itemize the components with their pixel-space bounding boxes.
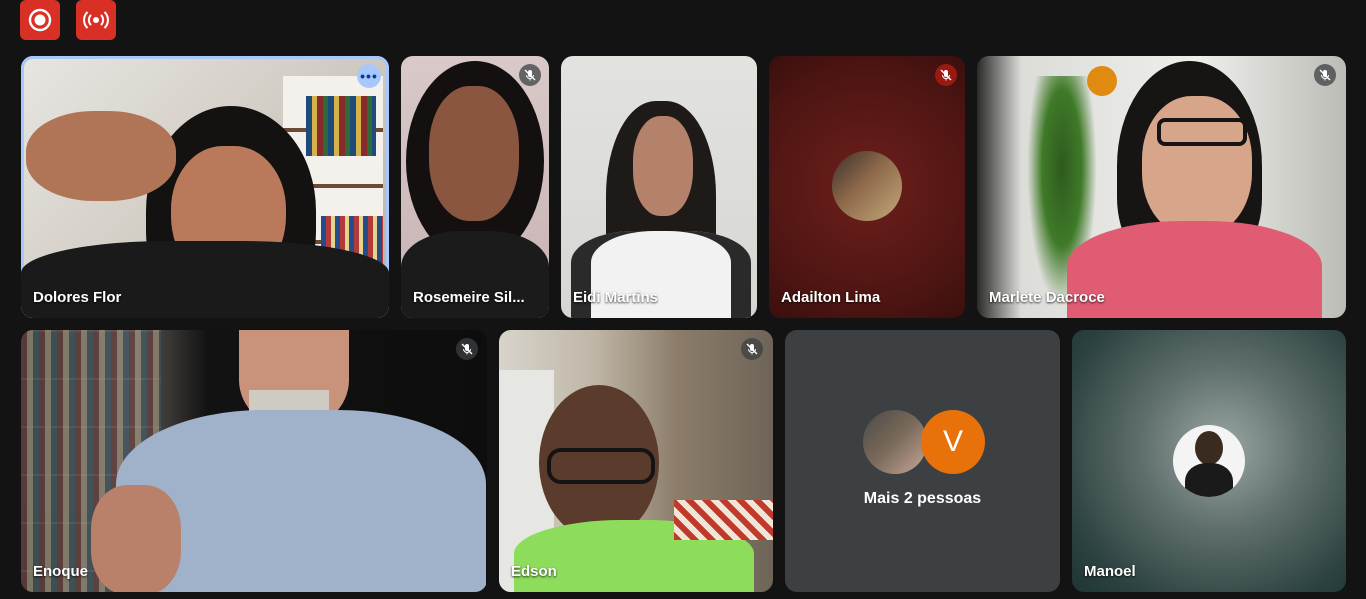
avatar [832,151,902,221]
participant-name: Manoel [1084,563,1136,580]
glasses [547,448,655,484]
more-options-button[interactable]: ••• [357,64,381,88]
participant-tile-dolores[interactable]: ••• Dolores Flor [21,56,389,318]
participant-name: Eidi Martins [573,289,659,306]
glasses [1157,118,1247,146]
raised-arm [26,111,176,201]
participant-tile-adailton[interactable]: Adailton Lima [769,56,965,318]
participant-name: Marlete Dacroce [989,289,1105,306]
flowers [1087,66,1117,96]
mic-off-icon [1319,69,1331,81]
record-button[interactable] [20,0,60,40]
participant-name: Enoque [33,563,88,580]
more-people-label: Mais 2 pessoas [863,490,982,507]
arm [91,485,181,592]
participant-name: Adailton Lima [781,289,881,306]
participant-tile-rosemeire[interactable]: Rosemeire Sil... [401,56,549,318]
participant-tile-edson[interactable]: Edson [499,330,773,592]
participant-tile-manoel[interactable]: Manoel [1072,330,1346,592]
face [1142,96,1252,236]
mic-off-icon [940,69,952,81]
more-people-tile[interactable]: V Mais 2 pessoas [785,330,1060,592]
mic-off-icon [524,69,536,81]
participant-name: Dolores Flor [33,289,122,306]
mic-off-indicator [1314,64,1336,86]
avatar [863,410,927,474]
mic-off-indicator [519,64,541,86]
table [674,500,773,540]
mic-off-indicator [935,64,957,86]
mic-off-icon [461,343,473,355]
mic-off-indicator [741,338,763,360]
face [633,116,693,216]
more-options-icon: ••• [360,68,378,84]
mic-off-indicator [456,338,478,360]
face [429,86,519,221]
participant-name: Rosemeire Sil... [413,289,525,306]
broadcast-icon [83,11,109,29]
books [306,96,376,156]
record-icon [28,8,52,32]
body [1067,221,1322,318]
broadcast-button[interactable] [76,0,116,40]
participant-tile-eidi[interactable]: Eidi Martins [561,56,757,318]
participant-name: Edson [511,563,557,580]
participant-tile-marlete[interactable]: Marlete Dacroce [977,56,1346,318]
participant-tile-enoque[interactable]: Enoque [21,330,487,592]
body [21,241,389,318]
avatar-letter: V [921,410,985,474]
avatar [1173,425,1245,497]
mic-off-icon [746,343,758,355]
